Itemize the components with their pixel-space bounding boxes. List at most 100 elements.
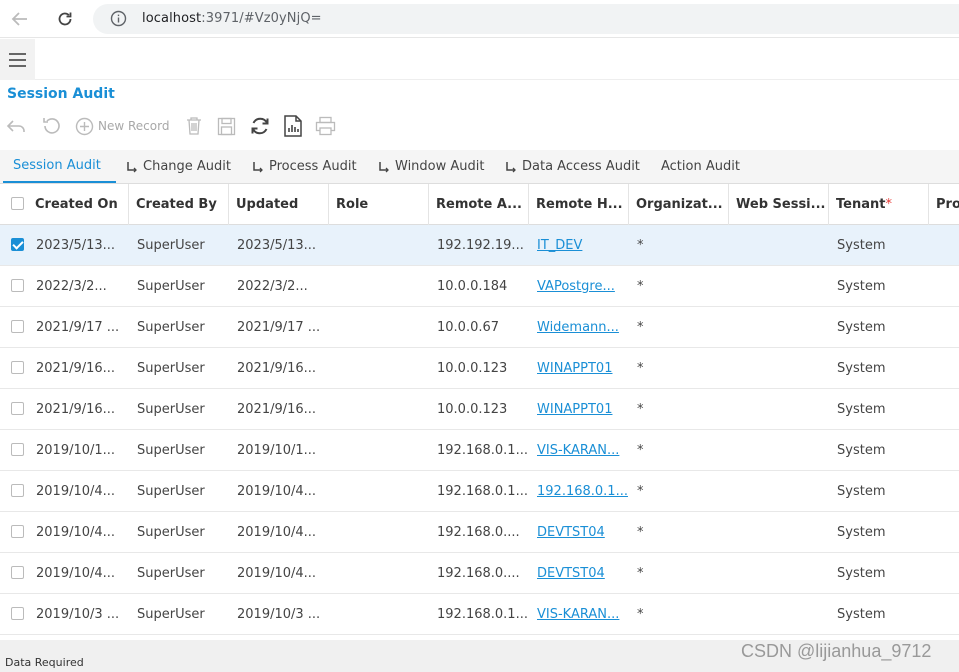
cell-remote-addr: 192.168.0.1...	[429, 430, 529, 471]
cell-remote-host[interactable]: IT_DEV	[529, 225, 629, 266]
cell-remote-host-text[interactable]: DEVTST04	[537, 566, 605, 581]
row-checkbox[interactable]	[11, 566, 24, 579]
cell-created-by-text: SuperUser	[137, 566, 205, 581]
tab-data-access-audit[interactable]: Data Access Audit	[505, 150, 640, 183]
info-icon[interactable]	[110, 10, 127, 27]
table-row[interactable]: 2022/3/2... SuperUser 2022/3/2... 10.0.0.18…	[0, 266, 959, 307]
row-checkbox[interactable]	[11, 361, 24, 374]
url-text[interactable]: localhost:3971/#Vz0yNjQ=	[142, 11, 322, 26]
table-row[interactable]: 2019/10/4... SuperUser 2019/10/4... 192.168…	[0, 553, 959, 594]
undo-icon[interactable]	[6, 112, 26, 140]
cell-created-on: 2022/3/2...	[28, 266, 128, 307]
column-header-created-by[interactable]: Created By	[129, 184, 229, 225]
cell-created-by: SuperUser	[129, 512, 229, 553]
column-header-remote-addr[interactable]: Remote A...	[429, 184, 529, 225]
column-header-tenant[interactable]: Tenant *	[829, 184, 929, 225]
cell-created-on-text: 2023/5/13...	[36, 238, 116, 253]
delete-icon[interactable]	[185, 112, 203, 140]
tab-process-audit[interactable]: Process Audit	[252, 150, 357, 183]
cell-remote-host[interactable]: 192.168.0.1...	[529, 471, 629, 512]
row-checkbox[interactable]	[11, 402, 24, 415]
cell-created-by: SuperUser	[129, 594, 229, 635]
row-checkbox[interactable]	[11, 238, 24, 251]
cell-remote-host-text[interactable]: IT_DEV	[537, 238, 582, 253]
tab-window-audit[interactable]: Window Audit	[378, 150, 484, 183]
row-checkbox[interactable]	[11, 279, 24, 292]
refresh-record-icon[interactable]	[40, 112, 62, 140]
tab-label: Window Audit	[395, 159, 485, 174]
column-header-role[interactable]: Role	[329, 184, 429, 225]
table-row[interactable]: 2021/9/17 ... SuperUser 2021/9/17 ... 10.0.…	[0, 307, 959, 348]
row-checkbox[interactable]	[11, 320, 24, 333]
cell-remote-host[interactable]: WINAPPT01	[529, 348, 629, 389]
row-checkbox[interactable]	[11, 443, 24, 456]
cell-updated-text: 2021/9/17 ...	[237, 320, 321, 335]
cell-created-by-text: SuperUser	[137, 361, 205, 376]
column-header-remote-host[interactable]: Remote H...	[529, 184, 629, 225]
cell-remote-host-text[interactable]: 192.168.0.1...	[537, 484, 628, 499]
cell-remote-host[interactable]: Widemann...	[529, 307, 629, 348]
cell-remote-addr-text: 10.0.0.67	[437, 320, 500, 335]
cell-remote-host-text[interactable]: VIS-KARAN...	[537, 607, 619, 622]
cell-remote-host-text[interactable]: DEVTST04	[537, 525, 605, 540]
row-checkbox[interactable]	[11, 607, 24, 620]
cell-tenant-text: System	[837, 443, 886, 458]
table-row[interactable]: 2019/10/3 ... SuperUser 2019/10/3 ... 192.1…	[0, 594, 959, 635]
cell-updated: 2019/10/4...	[229, 512, 329, 553]
cell-remote-host-text[interactable]: VIS-KARAN...	[537, 443, 619, 458]
tab-change-audit[interactable]: Change Audit	[126, 150, 231, 183]
cell-updated-text: 2019/10/4...	[237, 525, 317, 540]
cell-role	[329, 553, 429, 594]
tab-session-audit[interactable]: Session Audit	[3, 150, 116, 183]
browser-toolbar: localhost:3971/#Vz0yNjQ=	[0, 0, 959, 38]
cell-remote-host-text[interactable]: WINAPPT01	[537, 361, 612, 376]
cell-web-session	[729, 512, 829, 553]
cell-remote-host-text[interactable]: VAPostgre...	[537, 279, 615, 294]
save-icon[interactable]	[217, 112, 236, 140]
select-all-checkbox[interactable]	[11, 197, 24, 210]
cell-remote-addr-text: 192.168.0.1...	[437, 607, 528, 622]
cell-created-on: 2019/10/3 ...	[28, 594, 128, 635]
table-row[interactable]: 2021/9/16... SuperUser 2021/9/16... 10.0.0.…	[0, 389, 959, 430]
table-row[interactable]: 2019/10/4... SuperUser 2019/10/4... 192.168…	[0, 512, 959, 553]
cell-remote-host[interactable]: DEVTST04	[529, 553, 629, 594]
column-header-process[interactable]: Pro	[929, 184, 959, 225]
cell-updated-text: 2023/5/13...	[237, 238, 317, 253]
print-icon[interactable]	[315, 112, 336, 140]
cell-remote-host[interactable]: VIS-KARAN...	[529, 430, 629, 471]
back-arrow-icon[interactable]	[9, 8, 31, 30]
column-header-organization[interactable]: Organizat...	[629, 184, 729, 225]
cell-remote-host-text[interactable]: Widemann...	[537, 320, 619, 335]
row-checkbox[interactable]	[11, 484, 24, 497]
cell-remote-host[interactable]: VIS-KARAN...	[529, 594, 629, 635]
cell-created-by-text: SuperUser	[137, 443, 205, 458]
cell-remote-host-text[interactable]: WINAPPT01	[537, 402, 612, 417]
table-row[interactable]: 2023/5/13... SuperUser 2023/5/13... 192.192…	[0, 225, 959, 266]
cell-organization: *	[629, 430, 729, 471]
cell-remote-addr-text: 10.0.0.184	[437, 279, 508, 294]
tab-action-audit[interactable]: Action Audit	[661, 150, 740, 183]
cell-remote-host[interactable]: VAPostgre...	[529, 266, 629, 307]
column-label: Created By	[136, 197, 217, 212]
report-icon[interactable]	[283, 112, 303, 140]
new-record-button[interactable]: New Record	[75, 112, 169, 140]
cell-tenant-text: System	[837, 320, 886, 335]
cell-web-session	[729, 266, 829, 307]
column-header-updated[interactable]: Updated	[229, 184, 329, 225]
cell-remote-host[interactable]: DEVTST04	[529, 512, 629, 553]
cell-created-by: SuperUser	[129, 389, 229, 430]
cell-remote-addr-text: 192.168.0.1...	[437, 484, 528, 499]
cell-remote-host[interactable]: WINAPPT01	[529, 389, 629, 430]
table-row[interactable]: 2019/10/1... SuperUser 2019/10/1... 192.168…	[0, 430, 959, 471]
column-header-created-on[interactable]: Created On	[28, 184, 129, 225]
cell-remote-addr-text: 10.0.0.123	[437, 402, 508, 417]
row-checkbox[interactable]	[11, 525, 24, 538]
reload-icon[interactable]	[54, 8, 76, 30]
hamburger-menu-icon[interactable]	[0, 39, 35, 80]
table-row[interactable]: 2021/9/16... SuperUser 2021/9/16... 10.0.0.…	[0, 348, 959, 389]
refresh-icon[interactable]	[249, 112, 271, 140]
cell-created-on-text: 2021/9/16...	[36, 402, 116, 417]
record-toolbar: New Record	[0, 112, 959, 140]
column-header-web-session[interactable]: Web Sessi...	[729, 184, 829, 225]
table-row[interactable]: 2019/10/4... SuperUser 2019/10/4... 192.168…	[0, 471, 959, 512]
